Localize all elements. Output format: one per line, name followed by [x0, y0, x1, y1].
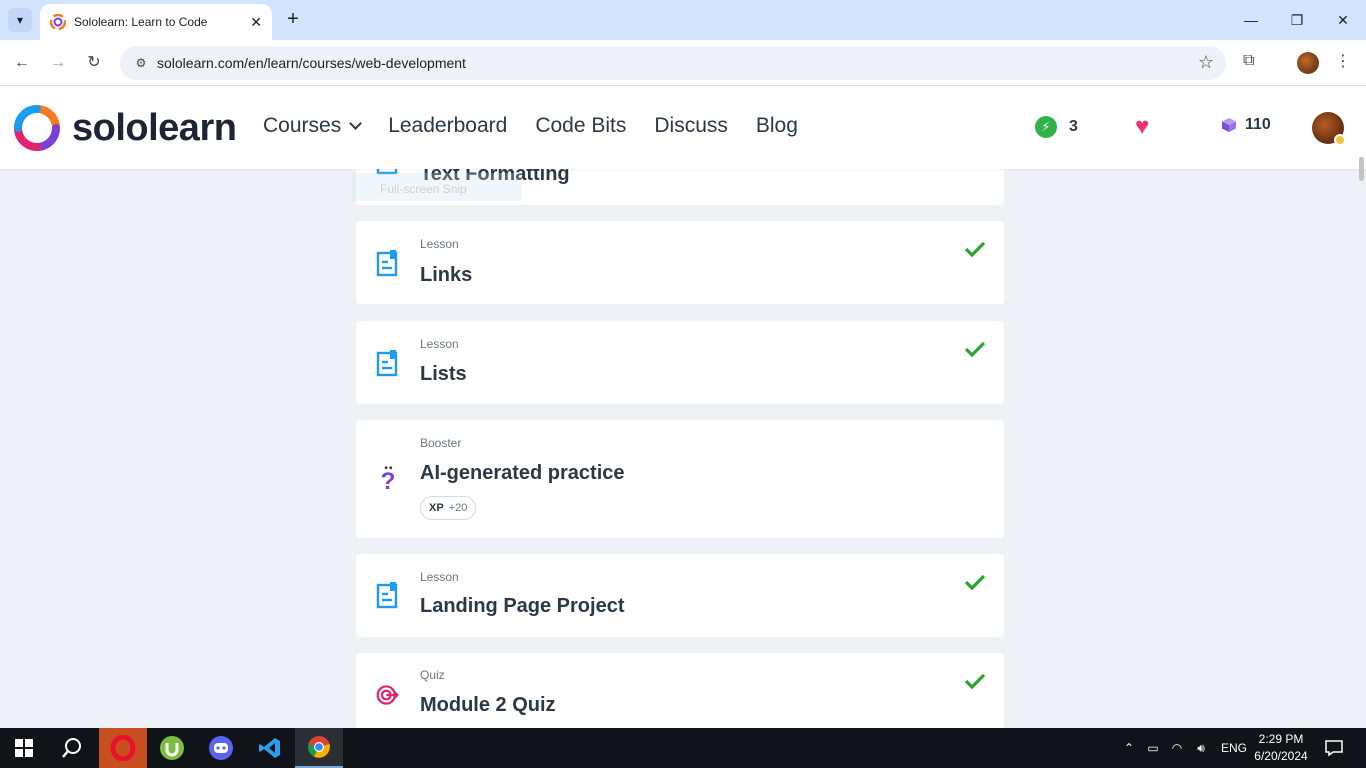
card-title: Module 2 Quiz: [420, 694, 556, 716]
card-title: AI-generated practice: [420, 462, 625, 484]
browser-menu-icon[interactable]: ⋮: [1335, 51, 1351, 71]
opera-logo-icon: [110, 735, 136, 761]
tab-search-dropdown-icon[interactable]: ▾: [8, 8, 32, 32]
reload-icon[interactable]: ↻: [81, 50, 107, 76]
quiz-target-icon: [376, 685, 400, 705]
windows-start-icon[interactable]: [0, 728, 48, 768]
browser-toolbar: ← → ↻ ⚙ sololearn.com/en/learn/courses/w…: [0, 40, 1366, 86]
page-scrollbar[interactable]: [1359, 157, 1364, 181]
browser-profile-avatar[interactable]: [1297, 52, 1319, 74]
checkmark-icon: [964, 341, 986, 357]
checkmark-icon: [964, 673, 986, 689]
lesson-list: Text Formatting Lesson Links Lesson List…: [0, 169, 1366, 728]
chrome-taskbar-icon[interactable]: [295, 728, 343, 768]
taskbar-clock[interactable]: 2:29 PM 6/20/2024: [1242, 731, 1320, 765]
card-type: Lesson: [420, 570, 459, 584]
checkmark-icon: [964, 241, 986, 257]
xp-value: +20: [448, 502, 468, 514]
tab-title: Sololearn: Learn to Code: [74, 15, 208, 29]
nav-code-bits[interactable]: Code Bits: [535, 114, 626, 138]
nav-courses[interactable]: Courses: [263, 114, 363, 138]
list-item[interactable]: Lesson Landing Page Project: [356, 554, 1004, 637]
gems-count: 110: [1245, 116, 1271, 133]
hearts-indicator[interactable]: ♥: [1135, 113, 1150, 140]
snip-overlay: Full-screen Snip: [352, 173, 522, 201]
lesson-document-icon: [376, 582, 398, 609]
discord-taskbar-icon[interactable]: [197, 728, 245, 768]
site-info-icon[interactable]: ⚙: [126, 56, 156, 70]
card-type: Lesson: [420, 337, 459, 351]
chrome-logo-icon: [308, 736, 330, 758]
question-mark-booster-icon: ?: [381, 466, 396, 492]
lesson-document-icon: [376, 350, 398, 377]
battery-icon[interactable]: ▭: [1145, 741, 1161, 755]
gem-cube-icon: [1222, 118, 1236, 132]
bookmark-star-icon[interactable]: ☆: [1198, 52, 1214, 73]
card-title: Lists: [420, 363, 467, 385]
xp-reward-badge: XP +20: [420, 496, 477, 520]
show-hidden-icons-chevron-icon[interactable]: ⌃: [1121, 741, 1137, 755]
vscode-taskbar-icon[interactable]: [246, 728, 294, 768]
wifi-icon[interactable]: ◠: [1169, 741, 1185, 755]
gems-counter[interactable]: 110: [1221, 116, 1271, 134]
card-title: Links: [420, 264, 473, 286]
forward-icon[interactable]: →: [45, 50, 71, 76]
action-center-icon: [1325, 740, 1343, 757]
clock-date: 6/20/2024: [1254, 749, 1308, 763]
volume-icon[interactable]: 🔊︎: [1193, 741, 1209, 756]
browser-tab[interactable]: Sololearn: Learn to Code ✕: [40, 4, 272, 40]
level-badge-icon: [1334, 134, 1346, 146]
close-window-icon[interactable]: ✕: [1320, 6, 1366, 34]
search-icon[interactable]: [48, 728, 96, 768]
list-item[interactable]: ? Booster AI-generated practice XP +20: [356, 420, 1004, 538]
streak-count: 3: [1069, 118, 1078, 135]
url-text[interactable]: sololearn.com/en/learn/courses/web-devel…: [157, 55, 466, 71]
utorrent-logo-icon: [160, 736, 184, 760]
card-type: Quiz: [420, 668, 445, 682]
discord-logo-icon: [209, 736, 233, 760]
card-type: Booster: [420, 436, 462, 450]
windows-taskbar: ⌃ ▭ ◠ 🔊︎ ENG 2:29 PM 6/20/2024: [0, 728, 1366, 768]
site-header: sololearn Courses Leaderboard Code Bits …: [0, 86, 1366, 169]
sololearn-logo-icon: [14, 105, 60, 151]
card-title: Landing Page Project: [420, 595, 625, 617]
chevron-down-icon: [349, 116, 363, 130]
nav-discuss[interactable]: Discuss: [654, 114, 728, 138]
lesson-document-icon: [376, 250, 398, 277]
back-icon[interactable]: ←: [9, 50, 35, 76]
sololearn-favicon-icon: [50, 14, 66, 30]
nav-courses-label: Courses: [263, 114, 342, 137]
xp-label: XP: [429, 502, 444, 514]
system-tray: ⌃ ▭ ◠ 🔊︎ ENG: [1121, 728, 1247, 768]
list-item[interactable]: Lesson Lists: [356, 321, 1004, 404]
svg-text:?: ?: [381, 468, 396, 492]
close-tab-icon[interactable]: ✕: [250, 14, 262, 31]
nav-leaderboard[interactable]: Leaderboard: [388, 114, 507, 138]
opera-taskbar-icon[interactable]: [99, 728, 147, 768]
utorrent-taskbar-icon[interactable]: [148, 728, 196, 768]
logo-text: sololearn: [72, 106, 237, 149]
vscode-logo-icon: [259, 738, 280, 758]
restore-window-icon[interactable]: ❐: [1274, 6, 1320, 34]
checkmark-icon: [964, 574, 986, 590]
list-item[interactable]: Lesson Links: [356, 221, 1004, 304]
clock-time: 2:29 PM: [1258, 732, 1304, 746]
list-item[interactable]: Quiz Module 2 Quiz: [356, 653, 1004, 728]
browser-tab-bar: ▾ Sololearn: Learn to Code ✕ + — ❐ ✕: [0, 0, 1366, 40]
card-type: Lesson: [420, 237, 459, 251]
user-avatar[interactable]: [1312, 112, 1346, 146]
minimize-window-icon[interactable]: —: [1228, 6, 1274, 34]
extensions-icon[interactable]: ⧉: [1243, 52, 1254, 70]
address-bar[interactable]: ⚙ sololearn.com/en/learn/courses/web-dev…: [120, 46, 1226, 80]
notifications-icon[interactable]: [1310, 728, 1358, 768]
new-tab-button[interactable]: +: [282, 8, 304, 30]
streak-counter[interactable]: ⚡ 3: [1035, 116, 1078, 138]
windows-logo-icon: [15, 739, 33, 757]
lightning-bolt-icon: ⚡: [1035, 116, 1057, 138]
sololearn-logo[interactable]: sololearn: [14, 105, 237, 151]
magnifier-icon: [62, 738, 81, 758]
nav-blog[interactable]: Blog: [756, 114, 798, 138]
main-nav: Courses Leaderboard Code Bits Discuss Bl…: [263, 114, 826, 138]
infinite-heart-icon: ♥: [1135, 113, 1150, 140]
